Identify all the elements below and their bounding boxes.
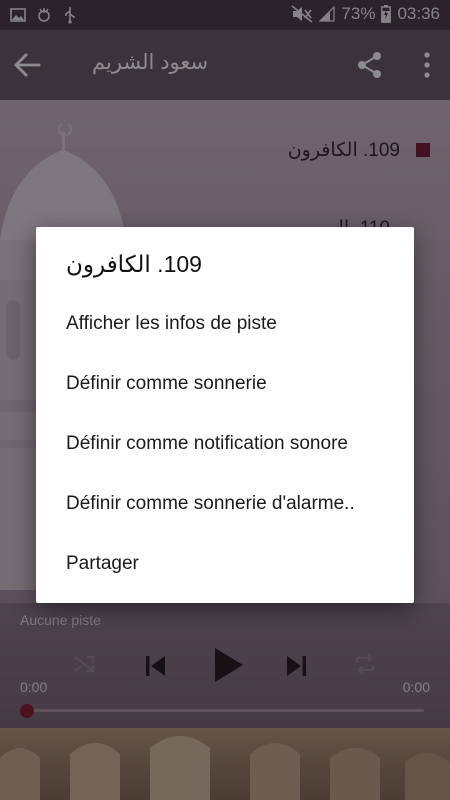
menu-item-set-alarm[interactable]: Définir comme sonnerie d'alarme.. [36,474,414,534]
track-options-dialog: 109. الكافرون Afficher les infos de pist… [36,227,414,603]
menu-item-set-ringtone[interactable]: Définir comme sonnerie [36,354,414,414]
dialog-title: 109. الكافرون [66,251,202,277]
menu-item-track-info[interactable]: Afficher les infos de piste [36,294,414,354]
menu-item-set-notification[interactable]: Définir comme notification sonore [36,414,414,474]
menu-item-share[interactable]: Partager [36,534,414,594]
